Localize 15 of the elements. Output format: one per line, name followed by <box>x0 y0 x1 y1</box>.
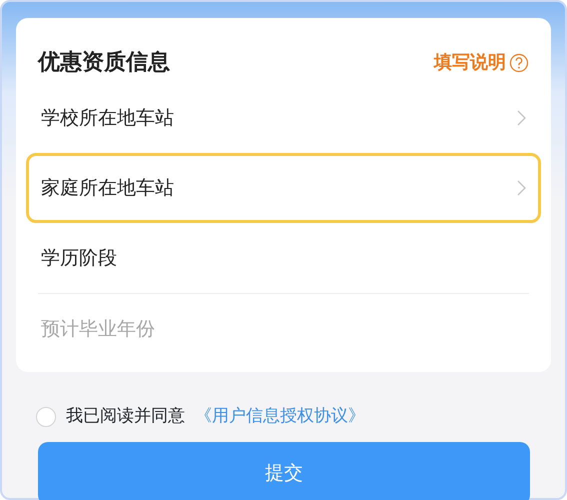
section-title: 优惠资质信息 <box>36 49 170 77</box>
row-label: 学校所在地车站 <box>41 106 174 131</box>
submit-button[interactable]: 提交 <box>38 442 530 500</box>
agreement-link[interactable]: 《用户信息授权协议》 <box>195 404 365 430</box>
placeholder-field[interactable]: 预计毕业年份 <box>26 294 541 364</box>
form-row[interactable]: 学历阶段 <box>26 223 541 293</box>
agreement-text: 我已阅读并同意 <box>66 405 185 428</box>
help-link[interactable]: 填写说明 <box>434 49 541 76</box>
radio-button[interactable] <box>36 407 56 427</box>
chevron-icon <box>517 180 526 196</box>
row-label: 家庭所在地车站 <box>41 176 174 201</box>
form-row[interactable]: 家庭所在地车站 <box>26 153 541 223</box>
help-icon <box>509 52 529 72</box>
form-row[interactable]: 学校所在地车站 <box>26 83 541 153</box>
chevron-icon <box>517 110 526 126</box>
